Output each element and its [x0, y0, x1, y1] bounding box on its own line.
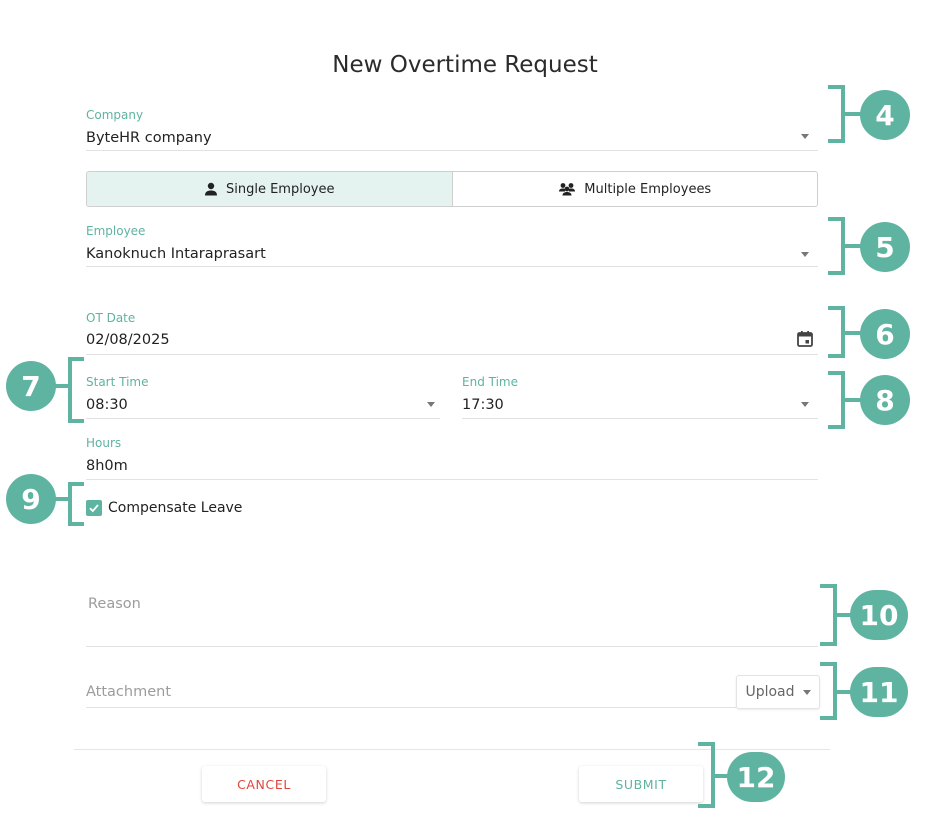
annotation-connector-6	[845, 331, 861, 335]
company-value: ByteHR company	[86, 130, 212, 146]
reason-field[interactable]: Reason	[86, 592, 818, 648]
company-label: Company	[86, 108, 144, 122]
annotation-badge-7: 7	[6, 361, 56, 411]
upload-label: Upload	[745, 684, 795, 700]
chevron-down-icon	[802, 689, 811, 695]
ot-date-underline	[86, 354, 818, 355]
hours-field: Hours 8h0m	[86, 435, 818, 481]
checkbox-checked-icon[interactable]	[86, 500, 102, 516]
submit-button[interactable]: SUBMIT	[579, 766, 703, 802]
annotation-connector-4	[845, 112, 861, 116]
start-time-label: Start Time	[86, 375, 149, 389]
employee-label: Employee	[86, 224, 146, 238]
annotation-badge-12: 12	[727, 752, 785, 802]
ot-date-label: OT Date	[86, 311, 136, 325]
end-time-underline	[462, 418, 818, 419]
employee-mode-toggle: Single Employee Multiple Employees	[86, 171, 818, 207]
annotation-badge-10: 10	[850, 590, 908, 640]
calendar-icon[interactable]	[796, 330, 814, 348]
employee-underline	[86, 266, 818, 267]
ot-date-value: 02/08/2025	[86, 332, 170, 348]
annotation-badge-11: 11	[850, 667, 908, 717]
person-icon	[205, 182, 217, 196]
annotation-badge-6: 6	[860, 309, 910, 359]
chevron-down-icon	[801, 252, 809, 257]
annotation-bracket-7	[68, 357, 84, 423]
employee-select[interactable]: Employee Kanoknuch Intaraprasart	[86, 222, 818, 268]
people-group-icon	[559, 183, 576, 196]
annotation-connector-8	[845, 398, 861, 402]
chevron-down-icon	[801, 402, 809, 407]
annotation-bracket-4	[828, 85, 845, 143]
employee-value: Kanoknuch Intaraprasart	[86, 246, 266, 262]
multiple-employees-tab[interactable]: Multiple Employees	[451, 172, 818, 206]
company-select[interactable]: Company ByteHR company	[86, 106, 818, 152]
annotation-bracket-10	[820, 584, 837, 646]
annotation-bracket-8	[828, 371, 845, 429]
chevron-down-icon	[427, 402, 435, 407]
multiple-employees-label: Multiple Employees	[584, 181, 712, 197]
start-time-select[interactable]: Start Time 08:30	[86, 374, 440, 420]
single-employee-label: Single Employee	[226, 181, 335, 197]
annotation-badge-5: 5	[860, 222, 910, 272]
annotation-connector-11	[837, 690, 851, 694]
hours-label: Hours	[86, 436, 122, 450]
attachment-field: Attachment	[86, 682, 736, 710]
annotation-connector-5	[845, 244, 861, 248]
reason-placeholder: Reason	[88, 596, 141, 612]
checkmark-icon	[89, 504, 99, 513]
annotation-badge-8: 8	[860, 375, 910, 425]
compensate-leave-checkbox[interactable]: Compensate Leave	[86, 500, 242, 516]
annotation-bracket-11	[820, 662, 837, 720]
page-title: New Overtime Request	[332, 52, 598, 78]
annotation-bracket-9	[68, 482, 84, 526]
annotation-bracket-12	[698, 742, 715, 808]
annotation-bracket-6	[828, 306, 845, 358]
annotation-badge-9: 9	[6, 474, 56, 524]
compensate-leave-label: Compensate Leave	[108, 500, 243, 516]
end-time-label: End Time	[462, 375, 518, 389]
footer-divider	[74, 749, 830, 750]
chevron-down-icon	[801, 134, 809, 139]
attachment-underline	[86, 707, 736, 708]
cancel-button[interactable]: CANCEL	[202, 766, 326, 802]
start-time-value: 08:30	[86, 397, 128, 413]
ot-date-field[interactable]: OT Date 02/08/2025	[86, 310, 818, 356]
end-time-value: 17:30	[462, 397, 504, 413]
reason-underline	[86, 646, 818, 647]
single-employee-tab[interactable]: Single Employee	[87, 172, 452, 206]
annotation-badge-4: 4	[860, 90, 910, 140]
annotation-connector-10	[837, 613, 851, 617]
annotation-bracket-5	[828, 217, 845, 275]
hours-value: 8h0m	[86, 458, 128, 474]
attachment-placeholder: Attachment	[86, 684, 172, 700]
end-time-select[interactable]: End Time 17:30	[462, 374, 818, 420]
hours-underline	[86, 479, 818, 480]
start-time-underline	[86, 418, 440, 419]
company-underline	[86, 150, 818, 151]
upload-button[interactable]: Upload	[736, 675, 820, 709]
